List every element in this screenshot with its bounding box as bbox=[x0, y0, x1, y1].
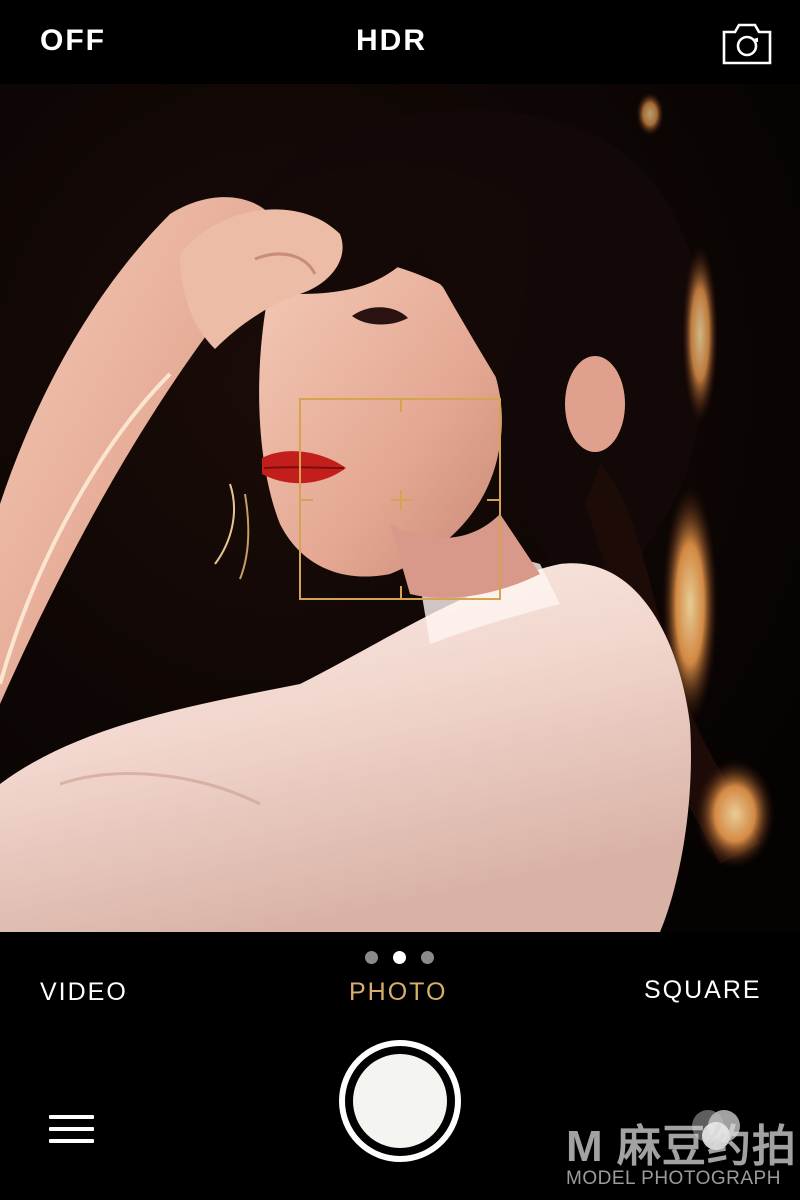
page-dot-active bbox=[393, 951, 406, 964]
shutter-inner bbox=[353, 1054, 447, 1148]
mode-photo[interactable]: PHOTO bbox=[349, 978, 447, 1007]
hamburger-menu-icon[interactable] bbox=[49, 1115, 94, 1145]
mode-square[interactable]: SQUARE bbox=[644, 976, 762, 1005]
shutter-button[interactable] bbox=[339, 1040, 461, 1162]
viewfinder[interactable] bbox=[0, 84, 800, 932]
top-bar: OFF HDR bbox=[0, 0, 800, 84]
bottom-controls: VIDEO PHOTO SQUARE bbox=[0, 932, 800, 1200]
page-indicator bbox=[365, 951, 437, 965]
filter-circles-icon[interactable] bbox=[688, 1104, 744, 1152]
camera-app: OFF HDR VIDEO PHOTO SQUARE M 麻豆约拍 MODEL … bbox=[0, 0, 800, 1200]
camera-switch-icon[interactable] bbox=[720, 22, 774, 66]
page-dot bbox=[365, 951, 378, 964]
mode-video[interactable]: VIDEO bbox=[40, 978, 128, 1007]
hdr-toggle[interactable]: HDR bbox=[356, 24, 427, 58]
focus-indicator bbox=[299, 398, 501, 600]
page-dot bbox=[421, 951, 434, 964]
flash-toggle[interactable]: OFF bbox=[40, 24, 106, 58]
